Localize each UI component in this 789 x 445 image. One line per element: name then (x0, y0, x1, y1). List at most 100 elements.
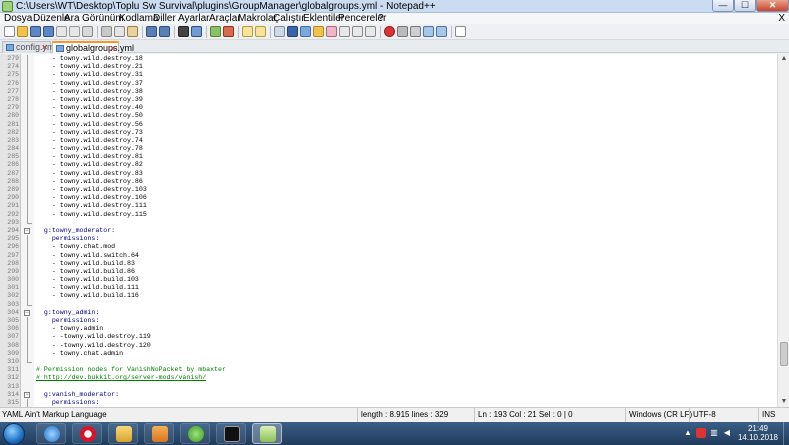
code-line[interactable]: 298 - towny.wild.build.83 (0, 259, 777, 268)
menu-tools[interactable]: Araçlar (209, 13, 241, 24)
code-line[interactable]: 279 - towny.wild.destroy.18 (0, 55, 777, 64)
network-icon[interactable]: ▥ (709, 428, 719, 438)
play-macro-icon[interactable] (410, 26, 421, 37)
zoom-out-icon[interactable] (223, 26, 234, 37)
word-wrap-icon[interactable] (274, 26, 285, 37)
fold-toggle-icon[interactable]: − (24, 391, 30, 398)
code-line[interactable]: 313 (0, 383, 777, 391)
scrollbar-thumb[interactable] (780, 342, 788, 366)
sync-vertical-icon[interactable] (242, 26, 253, 37)
menu-view[interactable]: Görünüm (82, 13, 124, 24)
taskbar-utorrent[interactable] (180, 423, 210, 444)
code-line[interactable]: 274 - towny.wild.destroy.21 (0, 63, 777, 72)
code-line[interactable]: 285 - towny.wild.destroy.81 (0, 153, 777, 162)
undo-icon[interactable] (146, 26, 157, 37)
run-macro-multiple-icon[interactable] (423, 26, 434, 37)
function-list-icon[interactable] (339, 26, 350, 37)
spell-check-icon[interactable] (455, 26, 466, 37)
monitoring-icon[interactable] (365, 26, 376, 37)
close-document-button[interactable]: X (778, 13, 785, 24)
stop-macro-icon[interactable] (397, 26, 408, 37)
close-all-icon[interactable] (69, 26, 80, 37)
show-all-characters-icon[interactable] (287, 26, 298, 37)
code-line[interactable]: 301 - towny.wild.build.111 (0, 284, 777, 293)
volume-icon[interactable]: ◀ (722, 428, 732, 438)
scroll-down-arrow-icon[interactable]: ▼ (779, 397, 789, 407)
code-line[interactable]: 275 - towny.wild.destroy.31 (0, 71, 777, 80)
replace-icon[interactable] (191, 26, 202, 37)
code-line[interactable]: 302 - towny.wild.build.116 (0, 292, 777, 301)
tab-close-icon[interactable]: ✕ (109, 44, 116, 53)
code-line[interactable]: 303 (0, 300, 777, 309)
document-map-icon[interactable] (326, 26, 337, 37)
taskbar-command-prompt[interactable] (216, 423, 246, 444)
code-line[interactable]: 312 # http://dev.bukkit.org/server-mods/v… (0, 374, 777, 382)
menu-macros[interactable]: Makrolar (238, 13, 277, 24)
code-line[interactable]: 277 - towny.wild.destroy.38 (0, 87, 777, 96)
code-line[interactable]: 300 - towny.wild.build.103 (0, 276, 777, 285)
save-icon[interactable] (30, 26, 41, 37)
code-line[interactable]: 278 - towny.wild.destroy.39 (0, 95, 777, 105)
code-line[interactable]: 310 (0, 357, 777, 366)
show-hidden-icons-icon[interactable]: ▲ (683, 428, 693, 438)
vertical-scrollbar[interactable]: ▲ ▼ (777, 54, 789, 407)
code-line[interactable]: 281 - towny.wild.destroy.56 (0, 120, 777, 129)
code-line[interactable]: 307 - -towny.wild.destroy.119 (0, 333, 777, 342)
start-button[interactable] (3, 423, 25, 445)
code-line[interactable]: 293 (0, 218, 777, 227)
code-line[interactable]: 276 - towny.wild.destroy.37 (0, 79, 777, 88)
code-line[interactable]: 315 permissions: (0, 398, 777, 407)
clock[interactable]: 21:49 14.10.2018 (735, 424, 781, 442)
code-line[interactable]: 279 - towny.wild.destroy.40 (0, 104, 777, 113)
code-line[interactable]: 306 - towny.admin (0, 325, 777, 334)
folder-as-workspace-icon[interactable] (352, 26, 363, 37)
paste-icon[interactable] (127, 26, 138, 37)
code-line[interactable]: 308 - -towny.wild.destroy.120 (0, 341, 777, 350)
minimize-button[interactable]: — (712, 0, 734, 12)
indent-guide-icon[interactable] (300, 26, 311, 37)
code-line[interactable]: 282 - towny.wild.destroy.73 (0, 128, 777, 137)
menu-search[interactable]: Ara (64, 13, 80, 24)
code-line[interactable]: 283 - towny.wild.destroy.74 (0, 136, 777, 146)
taskbar-notepad-plus-plus[interactable] (252, 423, 282, 444)
fold-toggle-icon[interactable]: − (24, 309, 30, 316)
code-line[interactable]: 305 permissions: (0, 317, 777, 326)
code-line[interactable]: 299 - towny.wild.build.86 (0, 267, 777, 277)
status-insert-mode[interactable]: INS (758, 408, 789, 422)
sync-horizontal-icon[interactable] (255, 26, 266, 37)
code-line[interactable]: 314− g:vanish_moderator: (0, 391, 777, 399)
code-line[interactable]: 290 - towny.wild.destroy.106 (0, 194, 777, 203)
code-line[interactable]: 289 - towny.wild.destroy.103 (0, 186, 777, 195)
tab-config-yml[interactable]: config.yml ✕ (2, 41, 57, 53)
close-button[interactable]: ✕ (756, 0, 789, 12)
tab-globalgroups-yml[interactable]: globalgroups.yml ✕ (52, 41, 134, 53)
new-file-icon[interactable] (4, 26, 15, 37)
save-all-icon[interactable] (43, 26, 54, 37)
open-file-icon[interactable] (17, 26, 28, 37)
menu-help[interactable]: ? (378, 13, 384, 24)
code-line[interactable]: 309 - towny.chat.admin (0, 349, 777, 358)
menu-run[interactable]: Çalıştır (273, 13, 305, 24)
redo-icon[interactable] (159, 26, 170, 37)
code-line[interactable]: 294− g:towny_moderator: (0, 227, 777, 235)
find-icon[interactable] (178, 26, 189, 37)
code-line[interactable]: 288 - towny.wild.destroy.86 (0, 177, 777, 186)
cut-icon[interactable] (101, 26, 112, 37)
editor-lines[interactable]: 279 - towny.wild.destroy.18 274 - towny.w… (0, 55, 777, 407)
status-eol[interactable]: Windows (CR LF) (625, 408, 692, 422)
code-line[interactable]: 292 - towny.wild.destroy.115 (0, 210, 777, 219)
copy-icon[interactable] (114, 26, 125, 37)
zoom-in-icon[interactable] (210, 26, 221, 37)
record-macro-icon[interactable] (384, 26, 395, 37)
taskbar-opera[interactable] (72, 423, 102, 444)
close-file-icon[interactable] (56, 26, 67, 37)
code-line[interactable]: 284 - towny.wild.destroy.78 (0, 145, 777, 154)
fold-toggle-icon[interactable]: − (24, 227, 30, 234)
print-icon[interactable] (82, 26, 93, 37)
maximize-button[interactable]: ☐ (734, 0, 756, 12)
scroll-up-arrow-icon[interactable]: ▲ (779, 54, 789, 64)
taskbar-file-explorer[interactable] (108, 423, 138, 444)
code-line[interactable]: 286 - towny.wild.destroy.82 (0, 161, 777, 170)
code-line[interactable]: 297 - towny.wild.switch.64 (0, 251, 777, 260)
menu-language[interactable]: Diller (153, 13, 176, 24)
